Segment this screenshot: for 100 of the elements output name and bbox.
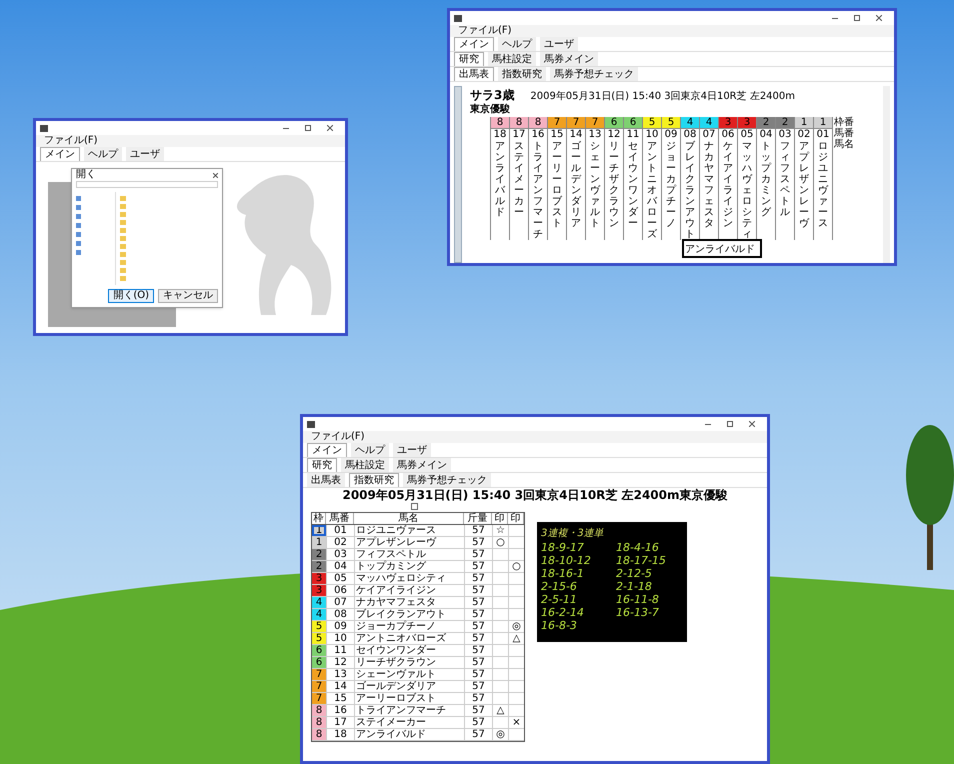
maximize-icon[interactable] (854, 15, 860, 21)
horse-name[interactable]: ジョーカプチーノ (354, 621, 464, 632)
horse-name: フィフスペトル (780, 141, 790, 218)
table-cell: 57 (464, 573, 492, 584)
frame-cell: 8 (491, 117, 509, 128)
horse-name: アプレザンレーヴ (799, 141, 809, 229)
close-icon[interactable] (876, 15, 882, 21)
horse-name: トップカミング (761, 141, 771, 218)
number-cell: 09 (662, 128, 680, 140)
path-field[interactable] (76, 181, 218, 188)
table-cell: 17 (326, 717, 354, 728)
table-cell: ☆ (492, 525, 508, 536)
table-cell: 57 (464, 681, 492, 692)
column-header: 印 (508, 513, 524, 524)
table-cell: 12 (326, 657, 354, 668)
maximize-icon[interactable] (305, 125, 311, 131)
table-cell: ◎ (492, 729, 508, 740)
tab[interactable]: 馬柱設定 (341, 458, 389, 472)
horse-name[interactable]: ブレイクランアウト (354, 609, 464, 620)
table-cell: 57 (464, 525, 492, 536)
menu-item[interactable]: ファイル(F) (307, 431, 369, 443)
tab[interactable]: メイン (40, 147, 80, 161)
dialog-button[interactable]: 開く(O) (108, 289, 154, 303)
number-cell: 12 (605, 128, 623, 140)
number-cell: 03 (776, 128, 794, 140)
tab[interactable]: 馬券メイン (393, 458, 451, 472)
frame-cell: 7 (548, 117, 566, 128)
frame-cell: 2 (757, 117, 775, 128)
number-cell: 01 (814, 128, 832, 140)
number-cell: 17 (510, 128, 528, 140)
table-cell: 05 (326, 573, 354, 584)
bet-combination: 18-9-17 (541, 541, 585, 554)
number-cell: 15 (548, 128, 566, 140)
horse-name[interactable]: トップカミング (354, 561, 464, 572)
tab[interactable]: メイン (454, 37, 494, 51)
tab[interactable]: 馬券予想チェック (403, 473, 491, 487)
frame-cell: 1 (312, 537, 326, 548)
frame-cell: 6 (605, 117, 623, 128)
horse-name[interactable]: ケイアイライジン (354, 585, 464, 596)
tab[interactable]: ユーザ (540, 37, 578, 51)
tab[interactable]: 出馬表 (454, 67, 494, 81)
horse-name[interactable]: セイウンワンダー (354, 645, 464, 656)
tab[interactable]: メイン (307, 443, 347, 457)
dialog-button[interactable]: キャンセル (158, 289, 218, 303)
table-cell: 57 (464, 693, 492, 704)
horse-name[interactable]: シェーンヴァルト (354, 669, 464, 680)
table-cell: 08 (326, 609, 354, 620)
horse-name[interactable]: アンライバルド (354, 729, 464, 740)
tab[interactable]: ユーザ (393, 443, 431, 457)
bet-combination: 18-4-16 (616, 541, 660, 554)
horse-name: ブレイクランアウト (685, 141, 695, 240)
table-cell: 57 (464, 561, 492, 572)
tab[interactable]: 研究 (454, 52, 484, 66)
maximize-icon[interactable] (727, 421, 733, 427)
table-cell: 57 (464, 597, 492, 608)
tab[interactable]: 馬券メイン (540, 52, 598, 66)
frame-cell: 6 (624, 117, 642, 128)
tab[interactable]: 研究 (307, 458, 337, 472)
dialog-title: 開く (76, 169, 96, 181)
horse-name[interactable]: アーリーロブスト (354, 693, 464, 704)
horse-name[interactable]: ステイメーカー (354, 717, 464, 728)
horse-name[interactable]: フィフスペトル (354, 549, 464, 560)
horse-name[interactable]: トライアンフマーチ (354, 705, 464, 716)
horse-name[interactable]: アントニオバローズ (354, 633, 464, 644)
frame-cell: 4 (312, 609, 326, 620)
horse-name[interactable]: リーチザクラウン (354, 657, 464, 668)
tab[interactable]: ヘルプ (498, 37, 536, 51)
horse-name[interactable]: アプレザンレーヴ (354, 537, 464, 548)
frame-cell: 7 (586, 117, 604, 128)
tab[interactable]: 指数研究 (498, 67, 546, 81)
horse-name[interactable]: ロジユニヴァース (354, 525, 464, 536)
tab[interactable]: ヘルプ (84, 147, 122, 161)
horse-name[interactable]: マッハヴェロシティ (354, 573, 464, 584)
number-cell: 02 (795, 128, 813, 140)
tab[interactable]: 出馬表 (307, 473, 345, 487)
tab[interactable]: 馬柱設定 (488, 52, 536, 66)
table-cell: 06 (326, 585, 354, 596)
tab[interactable]: ヘルプ (351, 443, 389, 457)
scrollbar[interactable] (883, 86, 890, 263)
horse-name[interactable]: ゴールデンダリア (354, 681, 464, 692)
checkbox[interactable] (411, 503, 418, 510)
tab[interactable]: ユーザ (126, 147, 164, 161)
frame-cell: 2 (312, 561, 326, 572)
table-cell: 57 (464, 633, 492, 644)
race-class: サラ3歳 (470, 87, 514, 103)
close-icon[interactable] (327, 125, 333, 131)
menu-item[interactable]: ファイル(F) (454, 25, 516, 37)
close-icon[interactable] (749, 421, 755, 427)
horse-name: ジョーカプチーノ (666, 141, 676, 229)
close-icon[interactable] (213, 172, 218, 178)
frame-cell: 4 (312, 597, 326, 608)
horse-name: トライアンフマーチ (533, 141, 543, 240)
column-header: 馬名 (354, 513, 464, 524)
frame-cell: 6 (312, 645, 326, 656)
tab[interactable]: 馬券予想チェック (550, 67, 638, 81)
tab[interactable]: 指数研究 (349, 473, 399, 487)
horse-name[interactable]: ナカヤマフェスタ (354, 597, 464, 608)
column-header: 枠 (312, 513, 326, 524)
frame-cell: 4 (700, 117, 718, 128)
frame-cell: 6 (312, 657, 326, 668)
